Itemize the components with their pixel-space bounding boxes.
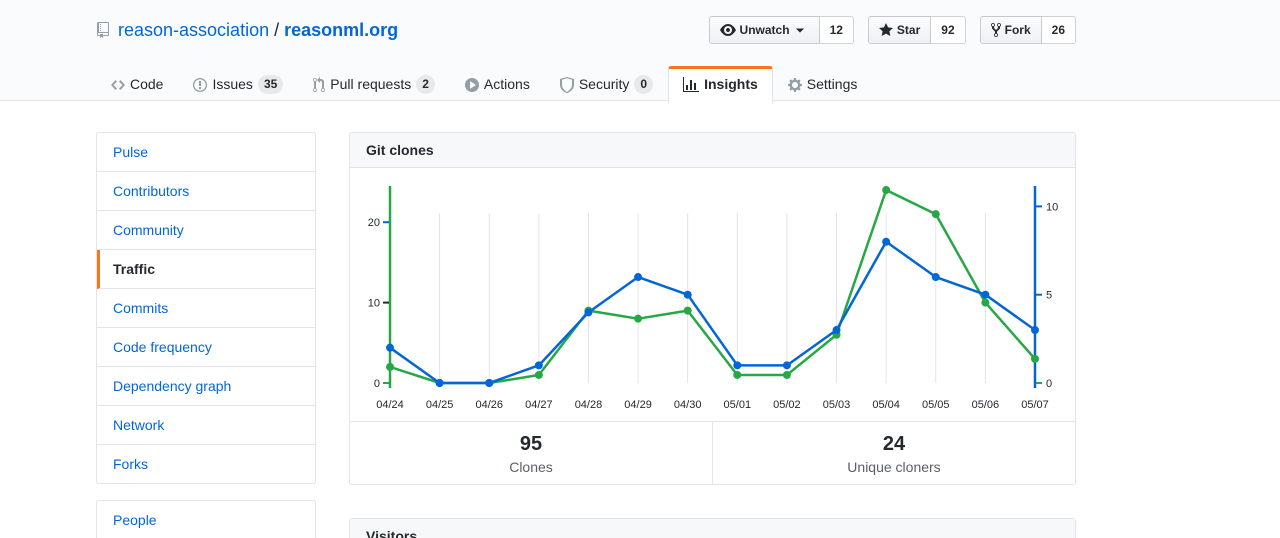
svg-text:04/25: 04/25 bbox=[426, 399, 454, 411]
git-clones-chart: 0 10 20 0 5 10 04/24 04/25 04/26 04/27 04/28 04/29 0… bbox=[350, 168, 1074, 421]
svg-text:0: 0 bbox=[374, 378, 380, 390]
eye-icon bbox=[720, 22, 740, 38]
unique-cloners-label: Unique cloners bbox=[713, 457, 1075, 477]
sidebar-item-traffic[interactable]: Traffic bbox=[97, 250, 315, 289]
insights-sidebar: Pulse Contributors Community Traffic Com… bbox=[96, 132, 316, 538]
watchers-count[interactable]: 12 bbox=[820, 16, 854, 44]
tab-security[interactable]: Security 0 bbox=[545, 66, 668, 103]
tab-pull-requests[interactable]: Pull requests 2 bbox=[298, 66, 450, 103]
fork-button[interactable]: Fork bbox=[980, 16, 1042, 44]
page-content: Pulse Contributors Community Traffic Com… bbox=[96, 101, 1076, 538]
star-button[interactable]: Star bbox=[868, 16, 931, 44]
sidebar-item-network[interactable]: Network bbox=[97, 406, 315, 445]
svg-text:05/03: 05/03 bbox=[823, 399, 851, 411]
traffic-main: Git clones 0 10 20 0 5 10 04/24 04/25 04/26 04/27… bbox=[349, 132, 1076, 538]
play-icon bbox=[465, 77, 484, 93]
tab-issues[interactable]: Issues 35 bbox=[178, 66, 298, 103]
repo-owner-link[interactable]: reason-association bbox=[118, 16, 269, 44]
visitors-card: Visitors bbox=[349, 518, 1076, 538]
svg-text:05/01: 05/01 bbox=[724, 399, 752, 411]
svg-text:5: 5 bbox=[1046, 290, 1052, 302]
pagehead-actions: Unwatch 12 Star 92 bbox=[695, 16, 1076, 44]
issues-counter: 35 bbox=[258, 75, 283, 94]
tab-security-label: Security bbox=[579, 75, 630, 94]
fork-button-group: Fork 26 bbox=[980, 16, 1076, 44]
clones-total: 95 bbox=[350, 431, 712, 457]
git-clones-chart-svg: 0 10 20 0 5 10 04/24 04/25 04/26 04/27 04/28 04/29 0… bbox=[350, 168, 1074, 421]
star-button-group: Star 92 bbox=[868, 16, 966, 44]
tab-insights-label: Insights bbox=[704, 75, 758, 94]
security-counter: 0 bbox=[634, 75, 653, 94]
git-pull-request-icon bbox=[313, 77, 330, 93]
tab-code-label: Code bbox=[130, 75, 163, 94]
svg-text:0: 0 bbox=[1046, 378, 1052, 390]
sidebar-item-forks[interactable]: Forks bbox=[97, 445, 315, 483]
repo-path-divider: / bbox=[274, 16, 279, 44]
sidebar-item-dependency-graph[interactable]: Dependency graph bbox=[97, 367, 315, 406]
svg-text:04/29: 04/29 bbox=[624, 399, 652, 411]
tab-insights[interactable]: Insights bbox=[668, 66, 773, 104]
stargazers-count[interactable]: 92 bbox=[931, 16, 965, 44]
unwatch-button[interactable]: Unwatch bbox=[709, 16, 820, 44]
svg-text:04/26: 04/26 bbox=[475, 399, 503, 411]
shield-icon bbox=[560, 77, 579, 93]
sidebar-item-people[interactable]: People bbox=[97, 501, 315, 538]
fork-label: Fork bbox=[1005, 20, 1031, 40]
git-clones-title: Git clones bbox=[350, 133, 1075, 168]
sidebar-item-code-frequency[interactable]: Code frequency bbox=[97, 328, 315, 367]
svg-text:05/06: 05/06 bbox=[972, 399, 1000, 411]
svg-text:05/04: 05/04 bbox=[872, 399, 900, 411]
tab-settings[interactable]: Settings bbox=[773, 66, 873, 103]
people-menu: People bbox=[96, 500, 316, 538]
sidebar-item-community[interactable]: Community bbox=[97, 211, 315, 250]
star-label: Star bbox=[897, 20, 920, 40]
fork-icon bbox=[991, 22, 1005, 38]
svg-text:05/07: 05/07 bbox=[1021, 399, 1049, 411]
star-icon bbox=[879, 22, 897, 38]
watch-button-group: Unwatch 12 bbox=[709, 16, 854, 44]
tab-code[interactable]: Code bbox=[96, 66, 178, 103]
svg-text:20: 20 bbox=[368, 217, 380, 229]
svg-text:04/28: 04/28 bbox=[575, 399, 603, 411]
svg-text:05/02: 05/02 bbox=[773, 399, 801, 411]
git-clones-stats: 95 Clones 24 Unique cloners bbox=[350, 421, 1075, 484]
svg-text:04/27: 04/27 bbox=[525, 399, 553, 411]
chevron-down-icon bbox=[795, 25, 809, 36]
svg-text:10: 10 bbox=[368, 298, 380, 310]
code-icon bbox=[111, 77, 130, 93]
sidebar-item-commits[interactable]: Commits bbox=[97, 289, 315, 328]
issue-opened-icon bbox=[193, 77, 212, 93]
repo-pagehead: reason-association / reasonml.org Unwatc… bbox=[0, 0, 1280, 101]
tab-pull-requests-label: Pull requests bbox=[330, 75, 411, 94]
repo-name-link[interactable]: reasonml.org bbox=[284, 16, 398, 44]
tab-settings-label: Settings bbox=[807, 75, 858, 94]
svg-text:05/05: 05/05 bbox=[922, 399, 950, 411]
graph-icon bbox=[683, 77, 704, 93]
svg-text:04/30: 04/30 bbox=[674, 399, 702, 411]
clones-total-label: Clones bbox=[350, 457, 712, 477]
visitors-title: Visitors bbox=[350, 519, 1075, 538]
tab-actions-label: Actions bbox=[484, 75, 530, 94]
forks-count[interactable]: 26 bbox=[1042, 16, 1076, 44]
svg-text:10: 10 bbox=[1046, 201, 1058, 213]
repo-icon bbox=[96, 22, 118, 38]
repo-nav: Code Issues 35 Pull requests 2 Actions S… bbox=[96, 66, 1076, 103]
tab-actions[interactable]: Actions bbox=[450, 66, 545, 103]
svg-text:04/24: 04/24 bbox=[376, 399, 404, 411]
sidebar-item-pulse[interactable]: Pulse bbox=[97, 133, 315, 172]
insights-menu: Pulse Contributors Community Traffic Com… bbox=[96, 132, 316, 484]
repo-title: reason-association / reasonml.org bbox=[96, 16, 398, 44]
pull-requests-counter: 2 bbox=[416, 75, 435, 94]
unique-cloners-total: 24 bbox=[713, 431, 1075, 457]
unwatch-label: Unwatch bbox=[740, 20, 790, 40]
git-clones-card: Git clones 0 10 20 0 5 10 04/24 04/25 04/26 04/27… bbox=[349, 132, 1076, 485]
unique-cloners-stat: 24 Unique cloners bbox=[712, 422, 1075, 484]
gear-icon bbox=[788, 77, 807, 93]
clones-stat: 95 Clones bbox=[350, 422, 712, 484]
sidebar-item-contributors[interactable]: Contributors bbox=[97, 172, 315, 211]
tab-issues-label: Issues bbox=[212, 75, 252, 94]
